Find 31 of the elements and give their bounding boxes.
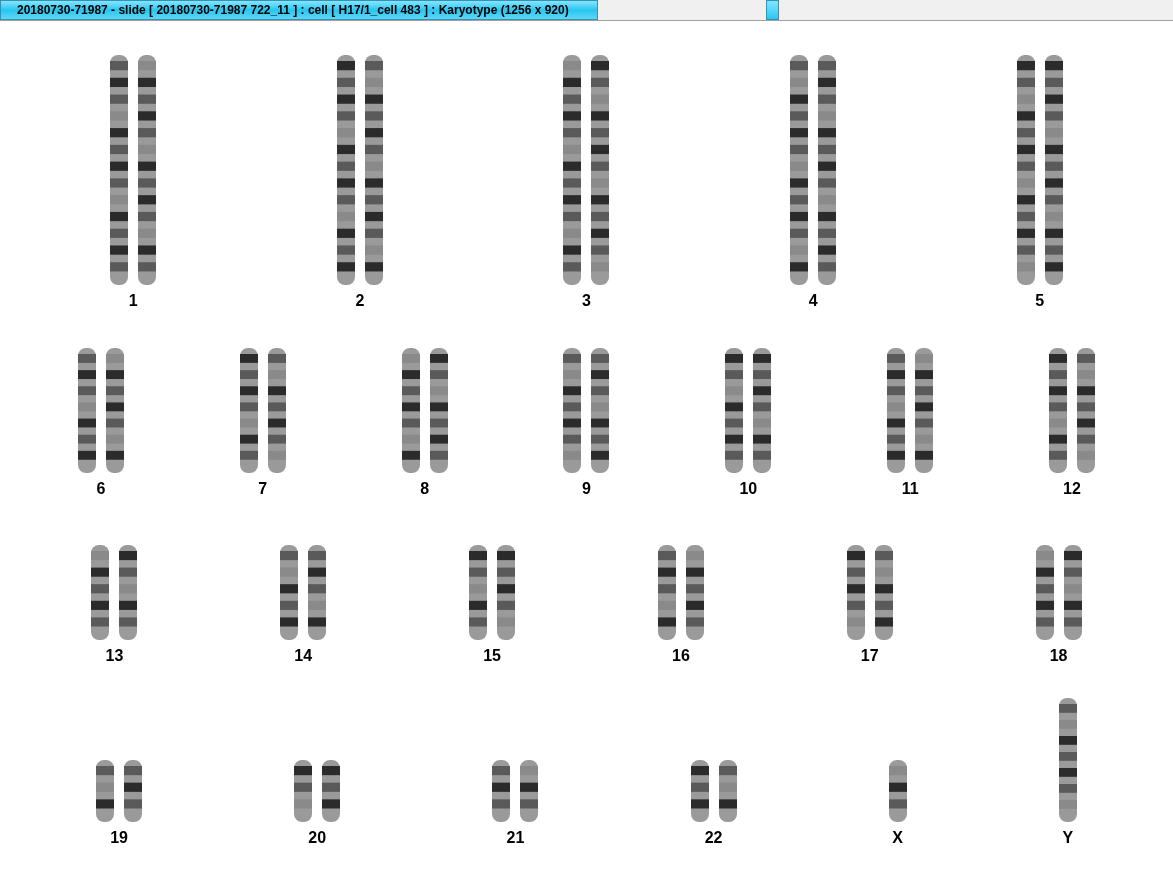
- chromosome-label: X: [892, 828, 904, 848]
- chromosome-label: 19: [110, 828, 128, 848]
- chromosome-label: 2: [355, 291, 365, 311]
- chromosome-label: 6: [96, 479, 106, 499]
- chromosome-label: 1: [128, 291, 138, 311]
- chromosome-label: 4: [808, 291, 818, 311]
- chromosome-label: 3: [582, 291, 591, 311]
- chromosome-label: 9: [582, 479, 591, 499]
- chromosome-label: 17: [860, 646, 879, 666]
- chromosome-label: 11: [901, 479, 919, 499]
- chromosome-label: 5: [1035, 291, 1045, 311]
- chromosome-label: 16: [672, 646, 690, 666]
- window-title: 20180730-71987 - slide [ 20180730-71987 722_11 ] : cell [ H17/1_cell 483 ] : Karyotype (1256 x 920): [0, 0, 598, 20]
- chromosome-pair-drawing: [689, 760, 738, 822]
- title-bar-indicator: [766, 0, 779, 20]
- chromosome-drawing: [887, 760, 908, 822]
- chromosome-pair-drawing: [293, 760, 342, 822]
- chromosome-label: 15: [483, 646, 501, 666]
- chromosome-label: 14: [294, 646, 313, 666]
- chromosome-label: 7: [258, 479, 268, 499]
- chromosome-label: 21: [506, 828, 525, 848]
- chromosome-pair-drawing: [95, 760, 144, 822]
- chromosome-label: 20: [308, 828, 327, 848]
- chromosome-pair-drawing: [491, 760, 540, 822]
- chromosome-label: 18: [1049, 646, 1068, 666]
- chromosome-label: 8: [420, 479, 430, 499]
- chromosome-label: 10: [739, 479, 758, 499]
- chromosome-label: Y: [1062, 828, 1074, 848]
- chromosome-label: 13: [105, 646, 124, 666]
- chromosome-label: 12: [1063, 479, 1081, 499]
- chromosome-label: 22: [704, 828, 723, 848]
